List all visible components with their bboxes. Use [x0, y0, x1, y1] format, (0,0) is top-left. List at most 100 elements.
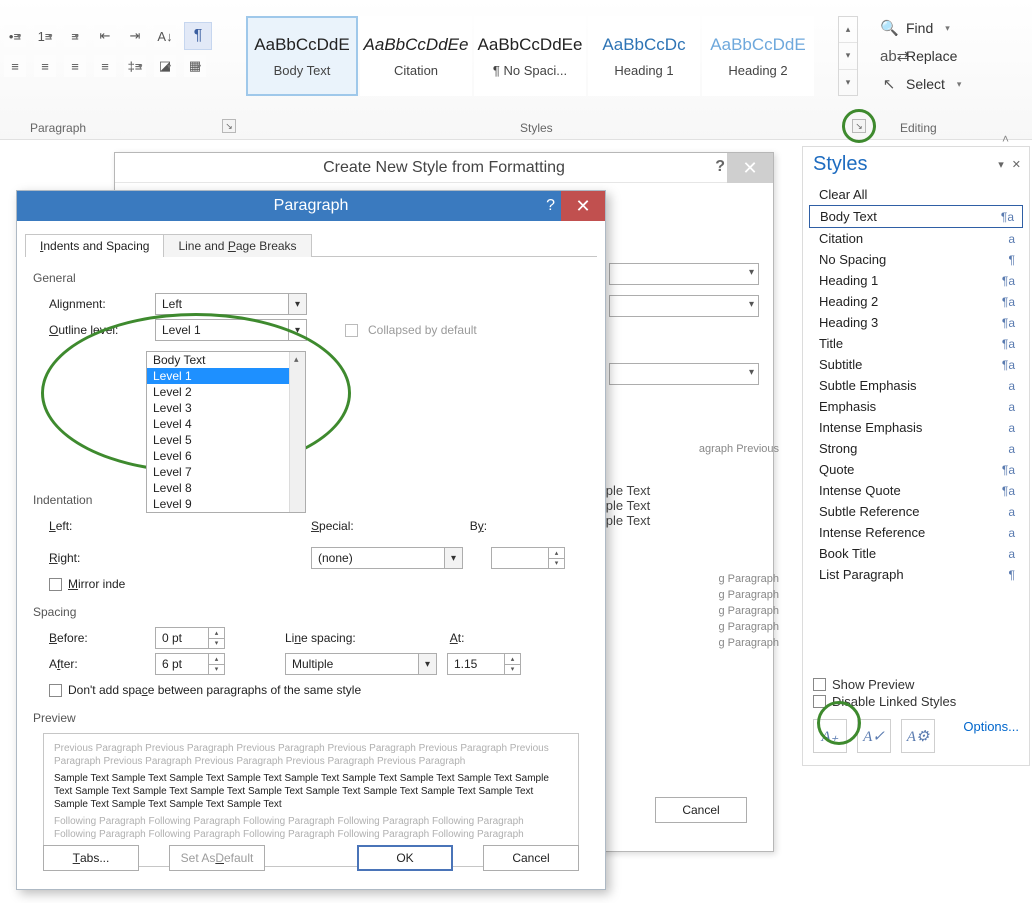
special-indent-combo[interactable]: (none)▾	[311, 547, 463, 569]
outline-option-level-6[interactable]: Level 6	[147, 448, 305, 464]
mirror-indents-checkbox[interactable]: Mirror inde	[49, 577, 597, 591]
outline-option-level-4[interactable]: Level 4	[147, 416, 305, 432]
styles-gallery-scroll[interactable]: ▴ ▾ ▾	[838, 16, 858, 96]
style-row-strong[interactable]: Stronga	[809, 438, 1023, 459]
outline-option-level-8[interactable]: Level 8	[147, 480, 305, 496]
style-row-emphasis[interactable]: Emphasisa	[809, 396, 1023, 417]
style-tile-heading-1[interactable]: AaBbCcDcHeading 1	[588, 16, 700, 96]
find-button[interactable]: 🔍Find▾	[876, 14, 1026, 42]
pane-close-icon[interactable]: ✕	[1012, 158, 1021, 171]
styles-options-link[interactable]: Options...	[963, 719, 1019, 734]
multilevel-dropdown[interactable]: ≡▾	[64, 25, 86, 47]
alignment-combo[interactable]: Left▾	[155, 293, 307, 315]
collapse-ribbon-icon[interactable]: ˄	[1002, 132, 1016, 146]
style-row-title[interactable]: Title¶a	[809, 333, 1023, 354]
outline-option-level-9[interactable]: Level 9	[147, 496, 305, 512]
before-spinner[interactable]: 0 pt▴▾	[155, 627, 225, 649]
styles-pane-footer: Show Preview Disable Linked Styles A₊ A✓…	[803, 667, 1029, 765]
style-row-book-title[interactable]: Book Titlea	[809, 543, 1023, 564]
create-style-field3[interactable]	[609, 363, 759, 385]
outline-option-level-7[interactable]: Level 7	[147, 464, 305, 480]
gallery-down-icon[interactable]: ▾	[839, 43, 857, 69]
outline-option-body-text[interactable]: Body Text	[147, 352, 305, 368]
style-row-citation[interactable]: Citationa	[809, 228, 1023, 249]
style-row-heading-2[interactable]: Heading 2¶a	[809, 291, 1023, 312]
create-style-cancel-button[interactable]: Cancel	[655, 797, 747, 823]
line-spacing-combo[interactable]: Multiple▾	[285, 653, 437, 675]
style-row-quote[interactable]: Quote¶a	[809, 459, 1023, 480]
shading-dropdown[interactable]: ◪▾	[154, 55, 176, 77]
cancel-button[interactable]: Cancel	[483, 845, 579, 871]
create-style-follow-rows: g Paragraphg Paragraph g Paragraphg Para…	[579, 571, 779, 651]
ok-button[interactable]: OK	[357, 845, 453, 871]
pane-dropdown-icon[interactable]: ▾	[998, 158, 1004, 171]
style-row-subtle-emphasis[interactable]: Subtle Emphasisa	[809, 375, 1023, 396]
align-right-button[interactable]: ≡	[64, 55, 86, 77]
group-label-editing: Editing	[900, 121, 937, 135]
style-row-no-spacing[interactable]: No Spacing¶	[809, 249, 1023, 270]
style-tile-heading-2[interactable]: AaBbCcDdEHeading 2	[702, 16, 814, 96]
borders-dropdown[interactable]: ▦▾	[184, 55, 206, 77]
gallery-up-icon[interactable]: ▴	[839, 17, 857, 43]
style-row-intense-emphasis[interactable]: Intense Emphasisa	[809, 417, 1023, 438]
replace-button[interactable]: ab⇄Replace	[876, 42, 1026, 70]
tab-indents-spacing[interactable]: IIndents and Spacingndents and Spacing	[25, 234, 164, 257]
dont-add-space-checkbox[interactable]: Don't add space between paragraphs of th…	[49, 683, 597, 697]
help-icon[interactable]: ?	[546, 197, 555, 215]
style-tile-body-text[interactable]: AaBbCcDdEBody Text	[246, 16, 358, 96]
bullets-dropdown[interactable]: •≡▾	[4, 25, 26, 47]
style-row-body-text[interactable]: Body Text¶a	[809, 205, 1023, 228]
show-hide-paragraph-button[interactable]: ¶	[184, 22, 212, 50]
align-justify-button[interactable]: ≡	[94, 55, 116, 77]
create-style-field2[interactable]	[609, 295, 759, 317]
close-button[interactable]: ✕	[561, 191, 605, 221]
style-tile--no-spaci-[interactable]: AaBbCcDdEe¶ No Spaci...	[474, 16, 586, 96]
align-left-button[interactable]: ≡	[4, 55, 26, 77]
tabs-button[interactable]: Tabs...	[43, 845, 139, 871]
disable-linked-checkbox[interactable]: Disable Linked Styles	[813, 694, 1019, 709]
section-general: General	[33, 271, 597, 285]
style-row-intense-quote[interactable]: Intense Quote¶a	[809, 480, 1023, 501]
style-row-clear-all[interactable]: Clear All	[809, 184, 1023, 205]
align-center-button[interactable]: ≡	[34, 55, 56, 77]
close-button[interactable]: ✕	[727, 153, 773, 183]
paragraph-dialog-launcher[interactable]: ↘	[222, 119, 236, 133]
style-row-subtitle[interactable]: Subtitle¶a	[809, 354, 1023, 375]
style-tile-citation[interactable]: AaBbCcDdEeCitation	[360, 16, 472, 96]
decrease-indent-button[interactable]: ⇤	[94, 25, 116, 47]
outline-option-level-1[interactable]: Level 1	[147, 368, 305, 384]
outline-option-level-3[interactable]: Level 3	[147, 400, 305, 416]
increase-indent-button[interactable]: ⇥	[124, 25, 146, 47]
at-spinner[interactable]: 1.15▴▾	[447, 653, 521, 675]
styles-dialog-launcher[interactable]: ↘	[852, 119, 866, 133]
paragraph-tabs[interactable]: IIndents and Spacingndents and Spacing L…	[25, 233, 597, 257]
style-inspector-button[interactable]: A✓	[857, 719, 891, 753]
tab-line-page-breaks[interactable]: Line and Page Breaks	[163, 234, 311, 257]
select-button[interactable]: ↖Select▾	[876, 70, 1026, 98]
create-style-field1[interactable]	[609, 263, 759, 285]
manage-styles-button[interactable]: A⚙	[901, 719, 935, 753]
after-spinner[interactable]: 6 pt▴▾	[155, 653, 225, 675]
line-spacing-dropdown[interactable]: ‡≡▾	[124, 55, 146, 77]
outline-option-level-5[interactable]: Level 5	[147, 432, 305, 448]
set-default-button[interactable]: Set As Default	[169, 845, 265, 871]
style-row-heading-3[interactable]: Heading 3¶a	[809, 312, 1023, 333]
by-spinner[interactable]: ▴▾	[491, 547, 565, 569]
gallery-more-icon[interactable]: ▾	[839, 70, 857, 95]
help-icon[interactable]: ?	[715, 158, 725, 176]
new-style-button[interactable]: A₊	[813, 719, 847, 753]
outline-level-combo[interactable]: Level 1▾	[155, 319, 307, 341]
styles-list[interactable]: Clear AllBody Text¶aCitationaNo Spacing¶…	[803, 180, 1029, 589]
outline-option-level-2[interactable]: Level 2	[147, 384, 305, 400]
style-row-list-paragraph[interactable]: List Paragraph¶	[809, 564, 1023, 585]
style-row-intense-reference[interactable]: Intense Referencea	[809, 522, 1023, 543]
dropdown-scrollbar[interactable]	[289, 352, 305, 512]
collapsed-label: Collapsed by default	[368, 323, 477, 337]
sort-button[interactable]: A↓	[154, 25, 176, 47]
numbering-dropdown[interactable]: 1≡▾	[34, 25, 56, 47]
outline-level-dropdown[interactable]: Body TextLevel 1Level 2Level 3Level 4Lev…	[146, 351, 306, 513]
styles-gallery[interactable]: AaBbCcDdEBody TextAaBbCcDdEeCitationAaBb…	[246, 16, 814, 96]
style-row-heading-1[interactable]: Heading 1¶a	[809, 270, 1023, 291]
show-preview-checkbox[interactable]: Show Preview	[813, 677, 1019, 692]
style-row-subtle-reference[interactable]: Subtle Referencea	[809, 501, 1023, 522]
